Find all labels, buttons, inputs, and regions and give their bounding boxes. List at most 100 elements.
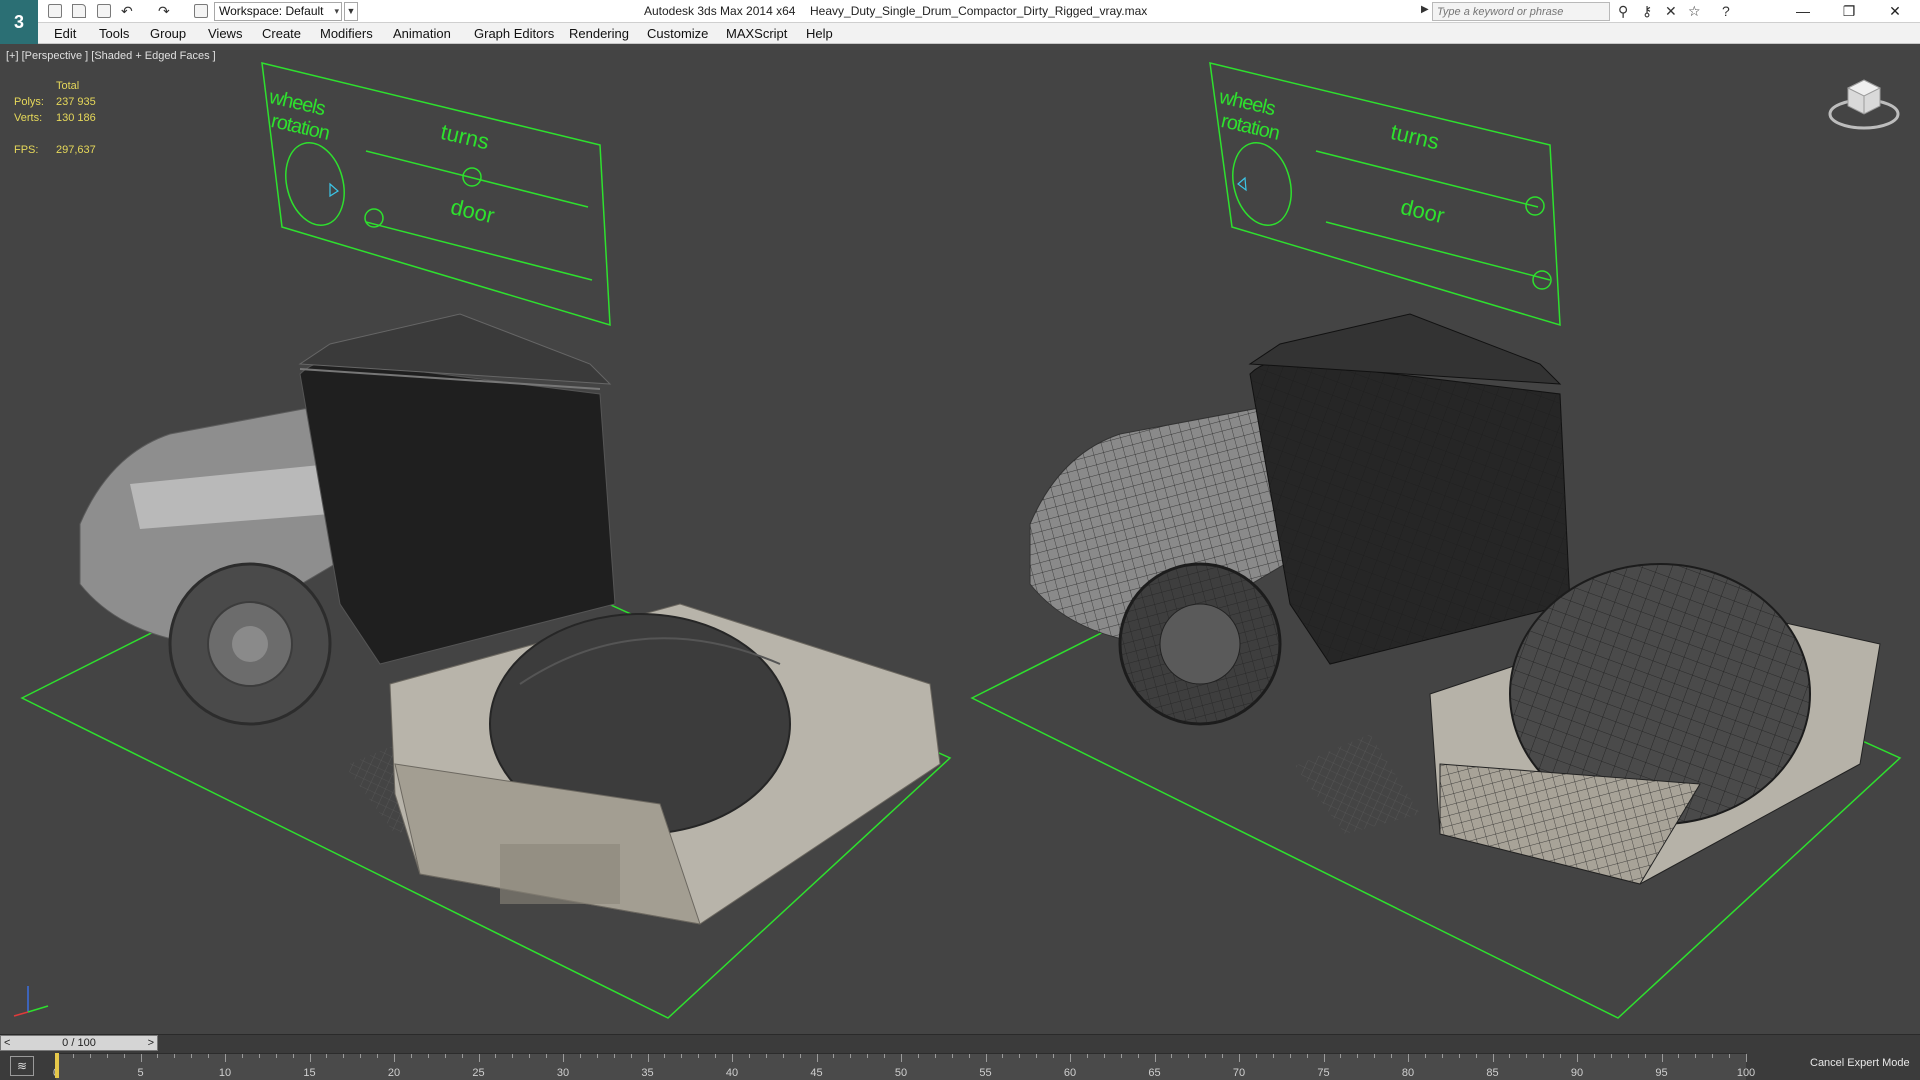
timeline-tick <box>1610 1054 1612 1058</box>
app-logo-button[interactable]: 3 <box>0 0 38 44</box>
timeline-tick <box>1475 1054 1477 1058</box>
viewport-scene <box>13 62 1902 1019</box>
menu-modifiers[interactable]: Modifiers <box>320 26 373 41</box>
timeline-tick <box>427 1054 429 1058</box>
menu-group[interactable]: Group <box>150 26 186 41</box>
timeline-tick-label: 95 <box>1655 1067 1668 1079</box>
timeline-tick <box>816 1054 818 1062</box>
timeline-tick <box>292 1054 294 1058</box>
menu-maxscript[interactable]: MAXScript <box>726 26 787 41</box>
cancel-expert-mode-button[interactable]: Cancel Expert Mode <box>1776 1048 1920 1078</box>
timeline-tick <box>630 1054 632 1058</box>
timeline-tick <box>1543 1054 1545 1058</box>
timeline-tick-label: 85 <box>1486 1067 1499 1079</box>
timeline-tick-label: 75 <box>1317 1067 1330 1079</box>
workspace-label: Workspace: Default <box>219 4 324 18</box>
timeline-tick <box>1526 1054 1528 1058</box>
open-file-icon[interactable] <box>72 4 86 18</box>
axis-gizmo <box>13 986 49 1017</box>
timeline-tick <box>748 1054 750 1058</box>
timeline-tick-label: 80 <box>1401 1067 1415 1079</box>
menu-rendering[interactable]: Rendering <box>569 26 629 41</box>
timeline-tick <box>1357 1054 1359 1058</box>
restore-button[interactable]: ❐ <box>1826 0 1872 23</box>
exchange-icon[interactable]: ✕ <box>1665 3 1677 20</box>
time-next-button[interactable]: > <box>148 1036 154 1050</box>
menu-help[interactable]: Help <box>806 26 833 41</box>
workspace-expand-icon[interactable]: ▼ <box>344 2 358 21</box>
timeline-tick <box>1239 1054 1240 1062</box>
redo-icon[interactable]: ↷ <box>158 3 170 20</box>
timeline-tick <box>394 1054 395 1062</box>
timeline-tick <box>833 1054 835 1058</box>
stats-header: Total <box>56 80 80 92</box>
menu-animation[interactable]: Animation <box>393 26 451 41</box>
timeline-tick <box>546 1054 548 1058</box>
search-input[interactable] <box>1432 2 1610 21</box>
timeline-tick <box>579 1054 581 1058</box>
timeline-tick <box>1729 1054 1731 1058</box>
timeline-tick-label: 50 <box>894 1067 908 1079</box>
timeline-tick <box>596 1054 598 1058</box>
key-icon[interactable]: ⚷ <box>1642 3 1652 20</box>
current-frame-marker[interactable] <box>55 1053 59 1078</box>
time-slider[interactable]: < 0 / 100 > <box>0 1035 158 1051</box>
menu-edit[interactable]: Edit <box>54 26 76 41</box>
menu-tools[interactable]: Tools <box>99 26 129 41</box>
time-slider-value: 0 / 100 <box>62 1037 96 1049</box>
timeline-tick <box>1441 1054 1443 1058</box>
undo-icon[interactable]: ↶ <box>121 3 133 20</box>
save-icon[interactable] <box>97 4 111 18</box>
timeline-tick <box>444 1054 446 1058</box>
timeline-tick <box>765 1054 767 1058</box>
menu-graph-editors[interactable]: Graph Editors <box>474 26 554 41</box>
timeline-tick <box>613 1054 615 1058</box>
timeline-tick <box>1374 1054 1376 1058</box>
timeline-tick <box>326 1054 328 1058</box>
timeline-tick-label: 100 <box>1736 1067 1756 1079</box>
timeline-track[interactable]: 0510152025303540455055606570758085909510… <box>53 1053 1755 1080</box>
timeline-tick <box>1103 1054 1105 1058</box>
compactor-model-shaded <box>79 313 941 925</box>
timeline-tick <box>1712 1054 1714 1058</box>
mini-curve-editor-icon[interactable]: ≋ <box>10 1056 34 1076</box>
timeline-tick <box>1509 1054 1511 1058</box>
menu-views[interactable]: Views <box>208 26 242 41</box>
perspective-viewport[interactable]: wheels rotation turns door wheels rotati… <box>0 44 1920 1034</box>
timeline-tick-label: 5 <box>137 1067 144 1079</box>
menu-create[interactable]: Create <box>262 26 301 41</box>
timeline-tick-label: 20 <box>387 1067 401 1079</box>
workspace-dropdown[interactable]: Workspace: Default ▾ <box>214 2 342 21</box>
app-title: Autodesk 3ds Max 2014 x64 <box>644 4 796 18</box>
timeline-tick <box>1205 1054 1207 1058</box>
new-file-icon[interactable] <box>48 4 62 18</box>
help-icon[interactable]: ? <box>1722 3 1730 19</box>
timeline-tick <box>1661 1054 1663 1062</box>
minimize-button[interactable]: — <box>1780 0 1826 23</box>
timeline-tick <box>782 1054 784 1058</box>
timeline-tick <box>985 1054 987 1062</box>
timeline-tick <box>225 1054 226 1062</box>
timeline-tick <box>1644 1054 1646 1058</box>
project-folder-icon[interactable] <box>194 4 208 18</box>
stats-verts-label: Verts: <box>14 112 43 124</box>
star-icon[interactable]: ☆ <box>1688 3 1701 20</box>
timeline-tick <box>461 1054 463 1058</box>
viewport-label[interactable]: [+] [Perspective ] [Shaded + Edged Faces… <box>6 50 216 62</box>
timeline-tick-label: 65 <box>1148 1067 1161 1079</box>
timeline-tick <box>1070 1054 1071 1062</box>
timeline-tick <box>1036 1054 1038 1058</box>
timeline-tick <box>1154 1054 1156 1062</box>
binoculars-icon[interactable]: ⚲ <box>1618 3 1628 20</box>
timeline-tick <box>884 1054 886 1058</box>
time-prev-button[interactable]: < <box>4 1036 10 1050</box>
app-logo-icon: 3 <box>13 11 24 32</box>
timeline-tick <box>309 1054 311 1062</box>
title-bar: ↶ ↷ Workspace: Default ▾ ▼ Autodesk 3ds M… <box>0 0 1920 23</box>
timeline-tick <box>495 1054 497 1058</box>
search-arrow-icon[interactable]: ▶ <box>1421 4 1429 15</box>
compactor-model-wireframe <box>1029 313 1881 885</box>
timeline-tick-label: 70 <box>1232 1067 1246 1079</box>
menu-customize[interactable]: Customize <box>647 26 708 41</box>
close-button[interactable]: ✕ <box>1872 0 1918 23</box>
